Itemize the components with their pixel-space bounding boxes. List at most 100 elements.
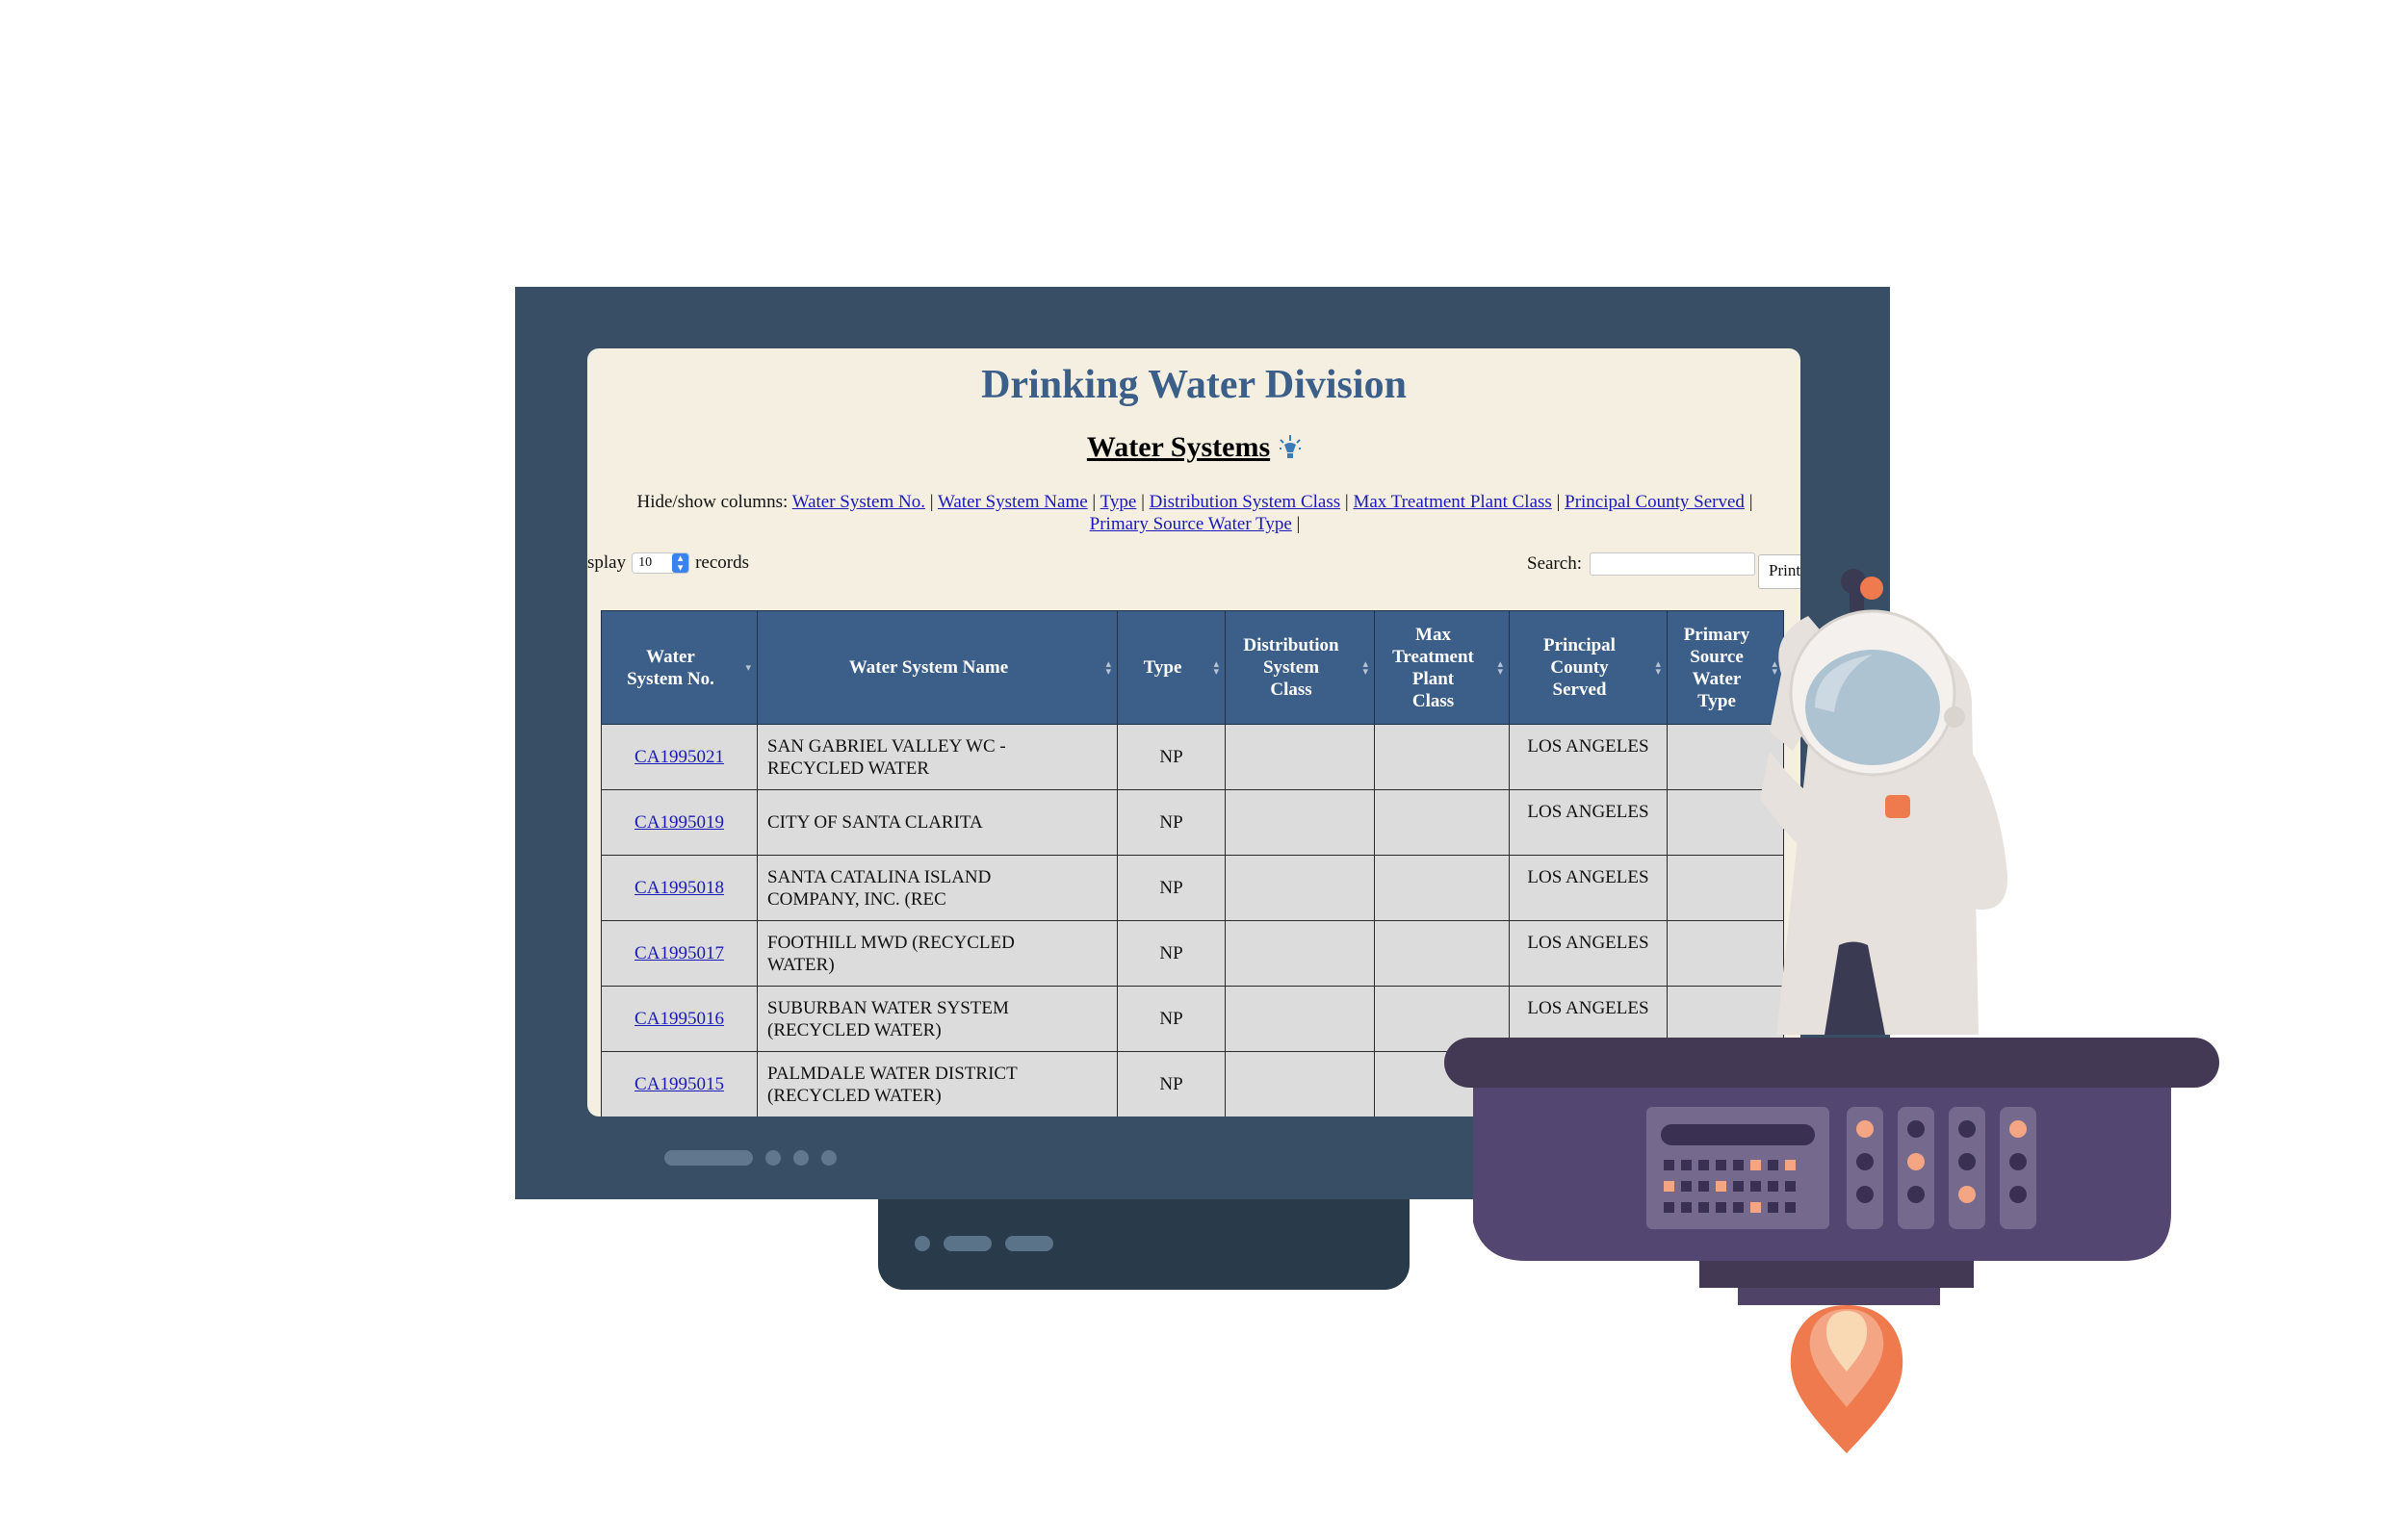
cell-primary-source (1667, 789, 1784, 856)
column-header-text: Source (1690, 646, 1744, 667)
page-length-value: 10 (638, 555, 653, 570)
knob (2009, 1186, 2027, 1203)
hide-show-label: Hide/show columns: (636, 492, 789, 512)
column-header-text: Type (1143, 657, 1182, 678)
column-header-primary-source-water-type[interactable]: Primary Source Water Type ▴ ▾ (1667, 610, 1784, 725)
cell-text: SUBURBAN WATER SYSTEM (767, 997, 1009, 1018)
cell-primary-source (1667, 920, 1784, 987)
water-system-link[interactable]: CA1995017 (634, 943, 724, 963)
cell-text: WATER) (767, 954, 835, 975)
knob (1958, 1153, 1976, 1170)
column-header-text: Plant (1411, 668, 1455, 689)
table-header-row: Water System No. ▾ Water System Name ▴ ▾ Type ▴… (601, 610, 1784, 725)
column-header-max-treatment-plant-class[interactable]: Max Treatment Plant Class ▴ ▾ (1374, 610, 1510, 725)
sort-both-icon: ▴ ▾ (1213, 657, 1219, 678)
cell-water-system-name: SAN GABRIEL VALLEY WC - RECYCLED WATER (757, 724, 1118, 790)
knob (1907, 1153, 1925, 1170)
monitor-stand (878, 1199, 1410, 1290)
column-header-text: Treatment (1392, 646, 1474, 667)
knob-panel (2000, 1107, 2036, 1229)
sort-both-icon: ▴ ▾ (1655, 657, 1661, 678)
cell-principal-county (1509, 1051, 1668, 1116)
cell-distribution-class (1225, 855, 1375, 921)
table-row: CA1995019 CITY OF SANTA CLARITA NP LOS ANGE… (601, 789, 1784, 856)
cell-text: PALMDALE WATER DISTRICT (767, 1063, 1018, 1084)
column-header-water-system-name[interactable]: Water System Name ▴ ▾ (757, 610, 1118, 725)
keypad-key (1698, 1202, 1709, 1213)
cell-type: NP (1117, 986, 1226, 1052)
toggle-max-treatment-plant-class[interactable]: Max Treatment Plant Class (1353, 492, 1551, 512)
column-header-type[interactable]: Type ▴ ▾ (1117, 610, 1226, 725)
page-length-select[interactable]: 10 ▴ ▾ (632, 552, 690, 574)
column-header-water-system-no[interactable]: Water System No. ▾ (601, 610, 758, 725)
column-header-distribution-system-class[interactable]: Distribution System Class ▴ ▾ (1225, 610, 1375, 725)
toggle-water-system-no[interactable]: Water System No. (792, 492, 925, 512)
cell-principal-county: LOS ANGELES (1509, 724, 1668, 790)
column-header-text: Water (646, 646, 695, 667)
indicator-dot (821, 1150, 837, 1166)
toggle-water-system-name[interactable]: Water System Name (938, 492, 1088, 512)
knob-panel (1949, 1107, 1985, 1229)
chevron-updown-icon: ▴ ▾ (672, 553, 689, 574)
rocket-flame (1790, 1305, 1903, 1453)
indicator-dot (765, 1150, 781, 1166)
print-button[interactable]: Print (1758, 554, 1800, 589)
keypad-key (1733, 1202, 1744, 1213)
water-system-link[interactable]: CA1995019 (634, 812, 724, 833)
cell-text: SAN GABRIEL VALLEY WC - (767, 735, 1006, 757)
toggle-primary-source-water-type[interactable]: Primary Source Water Type (1090, 514, 1292, 534)
column-header-text: Class (1270, 680, 1312, 700)
cell-water-system-no: CA1995021 (601, 724, 758, 790)
cell-text: SANTA CATALINA ISLAND (767, 866, 992, 887)
toggle-type[interactable]: Type (1100, 492, 1137, 512)
subtitle-text: Water Systems (1086, 431, 1271, 463)
cell-text: (RECYCLED WATER) (767, 1085, 942, 1106)
cell-water-system-name: SANTA CATALINA ISLAND COMPANY, INC. (REC (757, 855, 1118, 921)
column-toggle-bar: Hide/show columns: Water System No. | Wa… (636, 492, 1753, 534)
search-input[interactable] (1589, 552, 1755, 576)
knob (2009, 1153, 2027, 1170)
toggle-distribution-system-class[interactable]: Distribution System Class (1150, 492, 1340, 512)
lightbulb-icon[interactable] (1280, 431, 1302, 468)
cell-max-treatment-class (1374, 1051, 1510, 1116)
sort-both-icon: ▴ ▾ (1362, 657, 1368, 678)
knob (1907, 1186, 1925, 1203)
knob (1958, 1186, 1976, 1203)
column-header-text: Served (1552, 680, 1607, 700)
cell-principal-county: LOS ANGELES (1509, 986, 1668, 1052)
cell-water-system-no: CA1995015 (601, 1051, 758, 1116)
column-header-text: County (1550, 657, 1609, 678)
cell-max-treatment-class (1374, 920, 1510, 987)
knob-panel (1898, 1107, 1934, 1229)
water-system-link[interactable]: CA1995021 (634, 747, 724, 767)
indicator-dot (915, 1236, 930, 1251)
water-system-link[interactable]: CA1995015 (634, 1074, 724, 1094)
water-system-link[interactable]: CA1995016 (634, 1009, 724, 1029)
table-row: CA1995021 SAN GABRIEL VALLEY WC - RECYCLED… (601, 724, 1784, 790)
indicator-pill (1005, 1236, 1053, 1251)
stand-indicators (915, 1236, 1053, 1251)
cell-type: NP (1117, 1051, 1226, 1116)
sort-both-icon: ▴ ▾ (1497, 657, 1503, 678)
records-label: records (695, 552, 750, 573)
cell-principal-county: LOS ANGELES (1509, 855, 1668, 921)
indicator-pill (664, 1150, 753, 1166)
cell-principal-county: LOS ANGELES (1509, 789, 1668, 856)
cell-water-system-name: SUBURBAN WATER SYSTEM (RECYCLED WATER) (757, 986, 1118, 1052)
column-header-principal-county-served[interactable]: Principal County Served ▴ ▾ (1509, 610, 1668, 725)
cell-type: NP (1117, 724, 1226, 790)
water-system-link[interactable]: CA1995018 (634, 878, 724, 898)
search-control: Search: (1527, 552, 1755, 576)
cell-water-system-name: FOOTHILL MWD (RECYCLED WATER) (757, 920, 1118, 987)
toggle-principal-county-served[interactable]: Principal County Served (1565, 492, 1745, 512)
table-row: CA1995016 SUBURBAN WATER SYSTEM (RECYCLED … (601, 986, 1784, 1052)
column-header-text: Type (1697, 690, 1736, 711)
keypad-key (1664, 1202, 1674, 1213)
water-systems-table: Water System No. ▾ Water System Name ▴ ▾ Type ▴… (601, 610, 1784, 1116)
column-header-text: Water (1692, 668, 1742, 689)
cell-primary-source (1667, 1051, 1784, 1116)
page-title: Drinking Water Division (981, 363, 1407, 407)
cell-water-system-no: CA1995019 (601, 789, 758, 856)
cell-water-system-no: CA1995018 (601, 855, 758, 921)
cell-primary-source (1667, 855, 1784, 921)
